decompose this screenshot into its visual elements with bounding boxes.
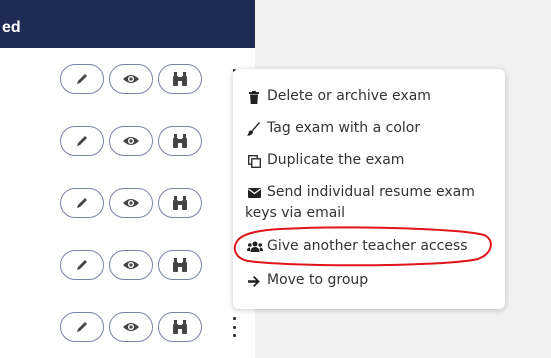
- menu-item-tag-color[interactable]: Tag exam with a color: [233, 119, 505, 141]
- monitor-button[interactable]: [158, 188, 202, 218]
- edit-button[interactable]: [60, 64, 104, 94]
- pencil-icon: [77, 260, 87, 270]
- binoculars-icon: [173, 196, 187, 210]
- view-button[interactable]: [109, 312, 153, 342]
- menu-item-label: Send individual resume exam: [267, 184, 475, 200]
- edit-button[interactable]: [60, 250, 104, 280]
- menu-item-label: Duplicate the exam: [267, 152, 405, 168]
- menu-item-duplicate[interactable]: Duplicate the exam: [233, 151, 505, 173]
- users-icon: [247, 240, 263, 254]
- exam-table: ed: [0, 0, 255, 358]
- eye-icon: [123, 261, 139, 269]
- envelope-icon: [247, 186, 261, 200]
- menu-item-label: Move to group: [267, 272, 369, 288]
- table-row: [0, 172, 255, 235]
- menu-item-move-group[interactable]: Move to group: [233, 271, 505, 293]
- binoculars-icon: [173, 258, 187, 272]
- arrow-right-icon: [247, 274, 261, 288]
- binoculars-icon: [173, 134, 187, 148]
- view-button[interactable]: [109, 188, 153, 218]
- edit-button[interactable]: [60, 188, 104, 218]
- pencil-icon: [77, 198, 87, 208]
- menu-item-label: Delete or archive exam: [267, 88, 431, 104]
- trash-icon: [247, 90, 261, 104]
- monitor-button[interactable]: [158, 250, 202, 280]
- table-row: [0, 296, 255, 358]
- eye-icon: [123, 137, 139, 145]
- binoculars-icon: [173, 320, 187, 334]
- eye-icon: [123, 199, 139, 207]
- binoculars-icon: [173, 72, 187, 86]
- eye-icon: [123, 75, 139, 83]
- monitor-button[interactable]: [158, 64, 202, 94]
- menu-item-label: Tag exam with a color: [267, 120, 421, 136]
- monitor-button[interactable]: [158, 312, 202, 342]
- view-button[interactable]: [109, 250, 153, 280]
- paintbrush-icon: [247, 122, 261, 136]
- table-row: [0, 234, 255, 297]
- row-menu-button[interactable]: [230, 317, 238, 337]
- eye-icon: [123, 323, 139, 331]
- edit-button[interactable]: [60, 126, 104, 156]
- pencil-icon: [77, 74, 87, 84]
- pencil-icon: [77, 136, 87, 146]
- menu-item-delete-archive[interactable]: Delete or archive exam: [233, 87, 505, 109]
- monitor-button[interactable]: [158, 126, 202, 156]
- menu-item-send-resume-keys[interactable]: Send individual resume exam keys via ema…: [233, 183, 505, 227]
- edit-button[interactable]: [60, 312, 104, 342]
- menu-item-label: Give another teacher access: [267, 238, 468, 254]
- header-label: ed: [2, 19, 21, 36]
- copy-icon: [247, 154, 261, 168]
- menu-item-label-line2: keys via email: [245, 205, 346, 221]
- view-button[interactable]: [109, 64, 153, 94]
- view-button[interactable]: [109, 126, 153, 156]
- pencil-icon: [77, 322, 87, 332]
- menu-item-give-teacher-access[interactable]: Give another teacher access: [233, 237, 505, 259]
- table-row: [0, 110, 255, 173]
- table-row: [0, 48, 255, 111]
- exam-actions-menu: Delete or archive exam Tag exam with a c…: [233, 69, 505, 309]
